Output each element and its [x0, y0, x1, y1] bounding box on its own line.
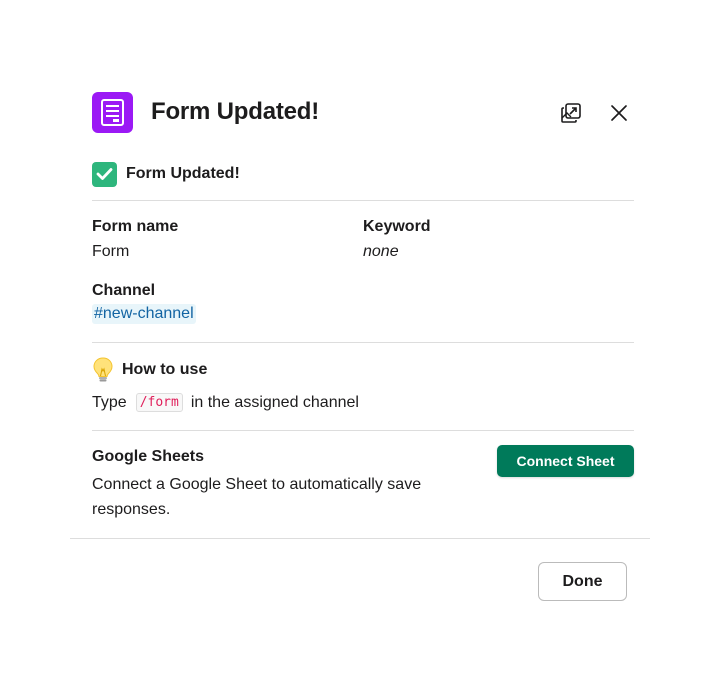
form-app-icon [92, 92, 133, 133]
keyword-value: none [363, 243, 399, 260]
done-button[interactable]: Done [538, 562, 627, 601]
channel-label: Channel [92, 282, 156, 299]
modal-header: Form Updated! [92, 92, 632, 134]
usage-suffix: in the assigned channel [190, 393, 359, 411]
channel-link[interactable]: #new-channel [92, 304, 196, 324]
footer-divider [70, 538, 650, 539]
check-mark-icon [92, 161, 117, 187]
close-button[interactable] [604, 98, 634, 128]
command-code: /form [135, 393, 183, 412]
light-bulb-icon [93, 357, 113, 382]
popout-button[interactable] [556, 98, 586, 128]
modal-title: Form Updated! [151, 98, 320, 125]
form-name-value: Form [92, 243, 130, 260]
how-to-use-heading: How to use [92, 357, 207, 383]
keyword-label: Keyword [363, 218, 431, 235]
close-icon [611, 105, 627, 121]
connect-sheet-button[interactable]: Connect Sheet [497, 445, 634, 477]
divider [92, 430, 634, 431]
status-row: Form Updated! [92, 160, 240, 188]
usage-instruction: Type /form in the assigned channel [92, 393, 359, 412]
how-to-use-title: How to use [122, 361, 208, 378]
popout-icon [561, 103, 581, 123]
divider [92, 200, 634, 201]
form-name-label: Form name [92, 218, 179, 235]
usage-prefix: Type [92, 393, 127, 411]
divider [92, 342, 634, 343]
google-sheets-title: Google Sheets [92, 448, 205, 465]
google-sheets-description: Connect a Google Sheet to automatically … [92, 476, 422, 518]
status-text: Form Updated! [126, 165, 240, 182]
